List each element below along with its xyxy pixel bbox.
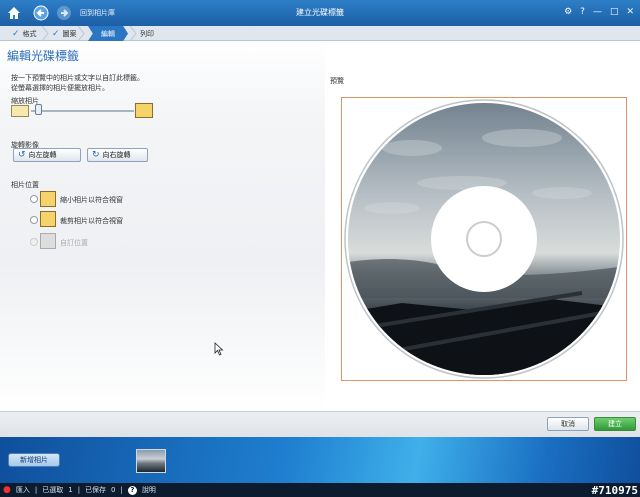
import-icon: ● (3, 485, 11, 495)
add-photo-button[interactable]: 新增相片 (8, 453, 60, 467)
status-divider: | (34, 486, 38, 494)
page-title: 編輯光碟標籤 (7, 49, 80, 63)
instruction-text: 按一下預覽中的相片或文字以自訂此標籤。 (11, 74, 144, 82)
status-bar: ● 匯入 | 已選取 1 | 已保存 0 | ? 說明 (0, 483, 640, 497)
cd-hub (431, 186, 537, 292)
option-crop-to-fit[interactable]: 裁剪相片以符合視窗 (60, 216, 123, 226)
zoom-slider-thumb[interactable] (34, 104, 42, 115)
photo-tray (0, 437, 640, 483)
status-divider: | (120, 486, 123, 494)
help-icon[interactable]: ? (127, 485, 137, 495)
rotate-right-icon: ↻ (92, 150, 100, 160)
position-label: 相片位置 (11, 181, 39, 189)
radio-shrink-to-fit[interactable] (30, 195, 38, 203)
check-icon: ✓ (12, 28, 20, 39)
rotate-right-button[interactable]: ↻ 向右旋轉 (87, 148, 148, 162)
zoom-out-photo-icon[interactable] (11, 105, 29, 117)
radio-crop-to-fit[interactable] (30, 216, 38, 224)
restore-button[interactable]: □ (610, 7, 619, 17)
step-separator-icon (41, 26, 49, 41)
selected-count: 1 (68, 486, 73, 494)
option-custom-position[interactable]: 自訂位置 (60, 238, 88, 248)
tab-format[interactable]: ✓ 格式 (12, 26, 37, 41)
cd-label-preview[interactable] (342, 98, 626, 380)
action-bar (0, 411, 640, 437)
status-divider: | (77, 486, 81, 494)
import-link[interactable]: 匯入 (16, 485, 30, 495)
tab-print[interactable]: 列印 (140, 26, 154, 41)
selected-label: 已選取 (42, 486, 64, 494)
radio-custom-position[interactable] (30, 238, 38, 246)
option-shrink-to-fit[interactable]: 縮小相片以符合視窗 (60, 195, 123, 205)
zoom-slider[interactable] (31, 110, 134, 112)
step-separator-icon (77, 26, 85, 41)
watermark-text: #710975 (591, 484, 638, 497)
zoom-in-photo-icon[interactable] (135, 103, 153, 118)
custom-position-icon (40, 233, 56, 249)
instruction-text: 從螢幕選擇的相片便擺放相片。 (11, 84, 109, 92)
help-icon[interactable]: ? (580, 7, 585, 17)
saved-label: 已保存 (85, 486, 107, 494)
window-controls: ⚙ ? — □ ✕ (564, 7, 634, 17)
create-button[interactable]: 建立 (594, 417, 636, 431)
title-bar: 回到相片庫 建立光碟標籤 ⚙ ? — □ ✕ (0, 0, 640, 26)
gear-icon[interactable]: ⚙ (564, 7, 572, 17)
cancel-button[interactable]: 取消 (547, 417, 589, 431)
close-button[interactable]: ✕ (626, 7, 634, 17)
tab-edit[interactable]: 編輯 (88, 26, 128, 41)
preview-label: 預覽 (330, 77, 344, 85)
crop-photo-icon (40, 211, 56, 227)
tab-design[interactable]: ✓ 圖案 (52, 26, 77, 41)
rotate-left-icon: ↺ (18, 150, 26, 160)
mouse-cursor-icon (214, 342, 224, 356)
help-link[interactable]: 說明 (142, 485, 156, 495)
check-icon: ✓ (52, 28, 60, 39)
tray-photo-thumbnail[interactable] (136, 449, 166, 473)
rotate-left-button[interactable]: ↺ 向左旋轉 (13, 148, 81, 162)
saved-count: 0 (111, 486, 116, 494)
step-separator-icon (129, 26, 137, 41)
window-title: 建立光碟標籤 (296, 8, 344, 17)
shrink-photo-icon (40, 191, 56, 207)
minimize-button[interactable]: — (593, 7, 602, 17)
step-tabs: ✓ 格式 ✓ 圖案 編輯 列印 (0, 26, 640, 41)
preview-frame[interactable] (341, 97, 627, 381)
